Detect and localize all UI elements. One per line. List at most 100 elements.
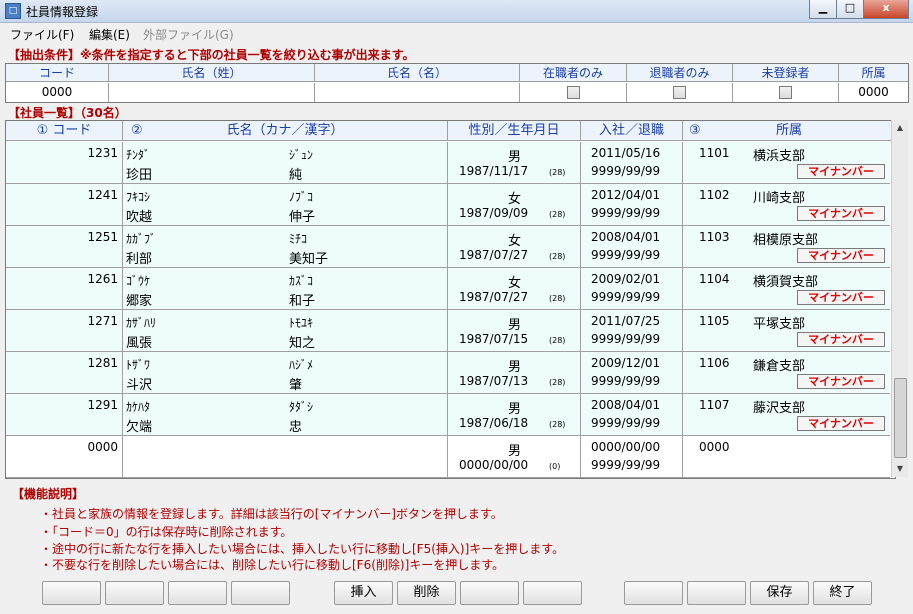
filter-affiliation-input[interactable]: 0000 xyxy=(839,83,908,102)
table-row[interactable]: 1251 ｶｶﾞﾌﾞ ﾐﾁｺ 利部 美知子 女 1987/07/27 (28) 2008/04/… xyxy=(6,226,890,268)
row-name-cell[interactable] xyxy=(123,436,448,477)
row-kana-last: ﾁﾝﾀﾞ xyxy=(126,148,151,162)
title-bar: □ 社員情報登録 ▁ □ x xyxy=(0,0,913,23)
row-affiliation-cell[interactable]: 1106 鎌倉支部 マイナンバー xyxy=(683,352,890,393)
f11-save-button[interactable]: 保存 xyxy=(750,581,809,605)
list-header-join-leave[interactable]: 入社／退職 xyxy=(581,121,683,141)
filter-header-retired: 退職者のみ xyxy=(627,64,733,82)
row-code-cell[interactable]: 0000 xyxy=(6,436,123,477)
row-gender-birth-cell[interactable]: 女 1987/07/27 (28) xyxy=(448,226,581,267)
table-row[interactable]: 1241 ﾌｷｺｼ ﾉﾌﾞｺ 吹越 伸子 女 1987/09/09 (28) 2012/04/0… xyxy=(6,184,890,226)
row-join-leave-cell[interactable]: 2012/04/01 9999/99/99 xyxy=(581,184,683,225)
row-birth: 0000/00/00 xyxy=(459,458,529,472)
f7-button[interactable] xyxy=(460,581,519,605)
menu-file[interactable]: ファイル(F) xyxy=(10,26,74,43)
f9-button[interactable] xyxy=(624,581,683,605)
active-only-checkbox[interactable] xyxy=(566,86,580,99)
table-row[interactable]: 1291 ｶｹﾊﾀ ﾀﾀﾞｼ 欠端 忠 男 1987/06/18 (28) 2008/04/01… xyxy=(6,394,890,436)
row-affiliation-cell[interactable]: 1104 横須賀支部 マイナンバー xyxy=(683,268,890,309)
f8-button[interactable] xyxy=(523,581,582,605)
row-name-cell[interactable]: ｺﾞｳｹ ｶｽﾞｺ 郷家 和子 xyxy=(123,268,448,309)
row-gender-birth-cell[interactable]: 男 1987/07/13 (28) xyxy=(448,352,581,393)
row-name-cell[interactable]: ﾄｻﾞﾜ ﾊｼﾞﾒ 斗沢 肇 xyxy=(123,352,448,393)
row-gender-birth-cell[interactable]: 女 1987/07/27 (28) xyxy=(448,268,581,309)
close-icon[interactable]: x xyxy=(863,0,909,19)
unregistered-checkbox[interactable] xyxy=(779,86,792,99)
row-name-cell[interactable]: ｶｻﾞﾊﾘ ﾄﾓﾕｷ 風張 知之 xyxy=(123,310,448,351)
filter-unregistered-cell xyxy=(733,83,839,102)
retired-only-checkbox[interactable] xyxy=(673,86,686,99)
my-number-button[interactable]: マイナンバー xyxy=(797,416,885,431)
row-gender-birth-cell[interactable]: 女 1987/09/09 (28) xyxy=(448,184,581,225)
row-age: (28) xyxy=(549,294,566,303)
menu-external-file[interactable]: 外部ファイル(G) xyxy=(143,26,234,43)
filter-last-name-input[interactable] xyxy=(109,83,315,102)
row-code-cell[interactable]: 1231 xyxy=(6,142,123,183)
f3-button[interactable] xyxy=(168,581,227,605)
row-join-leave-cell[interactable]: 2008/04/01 9999/99/99 xyxy=(581,226,683,267)
f2-button[interactable] xyxy=(105,581,164,605)
maximize-icon[interactable]: □ xyxy=(836,0,863,19)
my-number-button[interactable]: マイナンバー xyxy=(797,290,885,305)
row-join-leave-cell[interactable]: 0000/00/00 9999/99/99 xyxy=(581,436,683,477)
row-gender-birth-cell[interactable]: 男 1987/06/18 (28) xyxy=(448,394,581,435)
row-join-leave-cell[interactable]: 2009/12/01 9999/99/99 xyxy=(581,352,683,393)
list-header-gender-birth[interactable]: 性別／生年月日 xyxy=(448,121,581,141)
row-join-leave-cell[interactable]: 2009/02/01 9999/99/99 xyxy=(581,268,683,309)
row-affiliation-cell[interactable]: 1101 横浜支部 マイナンバー xyxy=(683,142,890,183)
filter-first-name-input[interactable] xyxy=(315,83,520,102)
table-row[interactable]: 1271 ｶｻﾞﾊﾘ ﾄﾓﾕｷ 風張 知之 男 1987/07/15 (28) 2011/07/… xyxy=(6,310,890,352)
list-scrollbar[interactable]: ▲ ▼ xyxy=(891,120,908,477)
scroll-thumb[interactable] xyxy=(894,378,907,458)
my-number-button[interactable]: マイナンバー xyxy=(797,332,885,347)
row-affiliation-cell[interactable]: 1102 川崎支部 マイナンバー xyxy=(683,184,890,225)
row-code: 1231 xyxy=(87,146,118,160)
my-number-button[interactable]: マイナンバー xyxy=(797,374,885,389)
f1-button[interactable] xyxy=(42,581,101,605)
scroll-up-icon[interactable]: ▲ xyxy=(892,120,908,136)
minimize-icon[interactable]: ▁ xyxy=(809,0,836,19)
row-code-cell[interactable]: 1271 xyxy=(6,310,123,351)
my-number-button[interactable]: マイナンバー xyxy=(797,206,885,221)
row-gender-birth-cell[interactable]: 男 1987/07/15 (28) xyxy=(448,310,581,351)
f6-delete-button[interactable]: 削除 xyxy=(397,581,456,605)
row-join-leave-cell[interactable]: 2008/04/01 9999/99/99 xyxy=(581,394,683,435)
filter-code-input[interactable]: 0000 xyxy=(6,83,109,102)
scroll-down-icon[interactable]: ▼ xyxy=(892,461,908,477)
row-code-cell[interactable]: 1261 xyxy=(6,268,123,309)
row-code-cell[interactable]: 1241 xyxy=(6,184,123,225)
menu-edit[interactable]: 編集(E) xyxy=(89,26,130,43)
row-join-leave-cell[interactable]: 2011/07/25 9999/99/99 xyxy=(581,310,683,351)
row-affiliation-cell[interactable]: 0000 xyxy=(683,436,890,477)
f5-insert-button[interactable]: 挿入 xyxy=(334,581,393,605)
table-row[interactable]: 1281 ﾄｻﾞﾜ ﾊｼﾞﾒ 斗沢 肇 男 1987/07/13 (28) 2009/12/01… xyxy=(6,352,890,394)
my-number-button[interactable]: マイナンバー xyxy=(797,164,885,179)
row-affiliation-cell[interactable]: 1103 相模原支部 マイナンバー xyxy=(683,226,890,267)
list-header-name-sort: ② xyxy=(131,123,143,138)
table-row[interactable]: 0000 男 0000/00/00 (0) 0000/00/00 9999/99/99 00… xyxy=(6,436,890,478)
row-code-cell[interactable]: 1281 xyxy=(6,352,123,393)
help-line: ・不要な行を削除したい場合には、削除したい行に移動し[F6(削除)]キーを押しま… xyxy=(40,558,505,572)
table-row[interactable]: 1261 ｺﾞｳｹ ｶｽﾞｺ 郷家 和子 女 1987/07/27 (28) 2009/02/0… xyxy=(6,268,890,310)
row-name-cell[interactable]: ﾌｷｺｼ ﾉﾌﾞｺ 吹越 伸子 xyxy=(123,184,448,225)
row-affiliation-cell[interactable]: 1107 藤沢支部 マイナンバー xyxy=(683,394,890,435)
table-row[interactable]: 1231 ﾁﾝﾀﾞ ｼﾞｭﾝ 珍田 純 男 1987/11/17 (28) 2011/05/16… xyxy=(6,142,890,184)
f12-exit-button[interactable]: 終了 xyxy=(813,581,872,605)
list-header-code[interactable]: ① コード xyxy=(6,121,123,141)
row-join-leave-cell[interactable]: 2011/05/16 9999/99/99 xyxy=(581,142,683,183)
list-header-name[interactable]: ② 氏名（カナ／漢字） xyxy=(123,121,448,141)
row-name-cell[interactable]: ﾁﾝﾀﾞ ｼﾞｭﾝ 珍田 純 xyxy=(123,142,448,183)
row-kana-first: ﾄﾓﾕｷ xyxy=(289,316,314,330)
row-code-cell[interactable]: 1251 xyxy=(6,226,123,267)
row-gender-birth-cell[interactable]: 男 1987/11/17 (28) xyxy=(448,142,581,183)
row-leave: 9999/99/99 xyxy=(591,416,661,430)
my-number-button[interactable]: マイナンバー xyxy=(797,248,885,263)
row-name-cell[interactable]: ｶｶﾞﾌﾞ ﾐﾁｺ 利部 美知子 xyxy=(123,226,448,267)
row-affiliation-cell[interactable]: 1105 平塚支部 マイナンバー xyxy=(683,310,890,351)
f10-button[interactable] xyxy=(687,581,746,605)
f4-button[interactable] xyxy=(231,581,290,605)
row-gender-birth-cell[interactable]: 男 0000/00/00 (0) xyxy=(448,436,581,477)
list-header-affiliation[interactable]: ③ 所属 xyxy=(683,121,895,141)
row-name-cell[interactable]: ｶｹﾊﾀ ﾀﾀﾞｼ 欠端 忠 xyxy=(123,394,448,435)
row-code-cell[interactable]: 1291 xyxy=(6,394,123,435)
